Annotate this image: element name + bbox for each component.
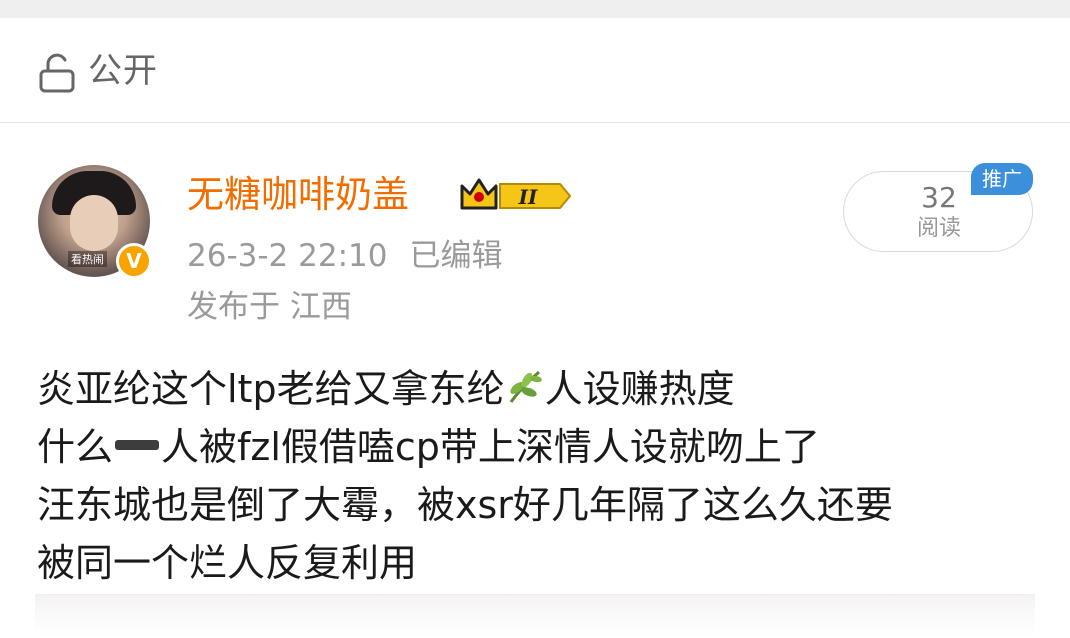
promo-badge[interactable]: 推广: [971, 163, 1033, 195]
verified-badge-icon: V: [116, 243, 152, 279]
minus-icon: [115, 440, 160, 450]
post-text: 人设赚热度: [544, 367, 735, 411]
divider: [0, 122, 1070, 123]
post-text: 炎亚纶这个ltp老给又拿东纶: [37, 367, 505, 411]
edited-label[interactable]: 已编辑: [409, 238, 502, 274]
post-line: 被同一个烂人反复利用: [37, 541, 418, 585]
avatar-face: [70, 195, 118, 251]
post-body: 炎亚纶这个ltp老给又拿东纶 人设赚热度 什么 人被fzl假借嗑cp带上深情人设就…: [37, 360, 1047, 592]
post-time: 26-3-2 22:10: [187, 238, 388, 274]
post-line: 炎亚纶这个ltp老给又拿东纶 人设赚热度: [37, 360, 1047, 418]
visibility-row[interactable]: 公开: [0, 18, 1070, 122]
avatar-caption: 看热闹: [68, 251, 107, 267]
visibility-label: 公开: [88, 51, 158, 91]
lock-icon: [39, 53, 75, 93]
post-text: 人被fzl假借嗑cp带上深情人设就吻上了: [161, 425, 820, 469]
herb-icon: [509, 370, 542, 403]
post-location: 发布于 江西: [187, 289, 352, 325]
read-label: 阅读: [916, 216, 961, 241]
post-meta: 26-3-2 22:10 已编辑: [187, 236, 502, 276]
top-strip: [0, 0, 1070, 18]
vip-crown-badge-icon[interactable]: II: [460, 176, 572, 212]
post-line: 汪东城也是倒了大霉，被xsr好几年隔了这么久还要: [37, 483, 893, 527]
next-card-edge: [35, 594, 1035, 638]
post-line: 什么 人被fzl假借嗑cp带上深情人设就吻上了: [37, 418, 1047, 476]
username[interactable]: 无糖咖啡奶盖: [187, 172, 409, 218]
post-text: 什么: [37, 425, 114, 469]
vip-level: II: [518, 185, 538, 209]
